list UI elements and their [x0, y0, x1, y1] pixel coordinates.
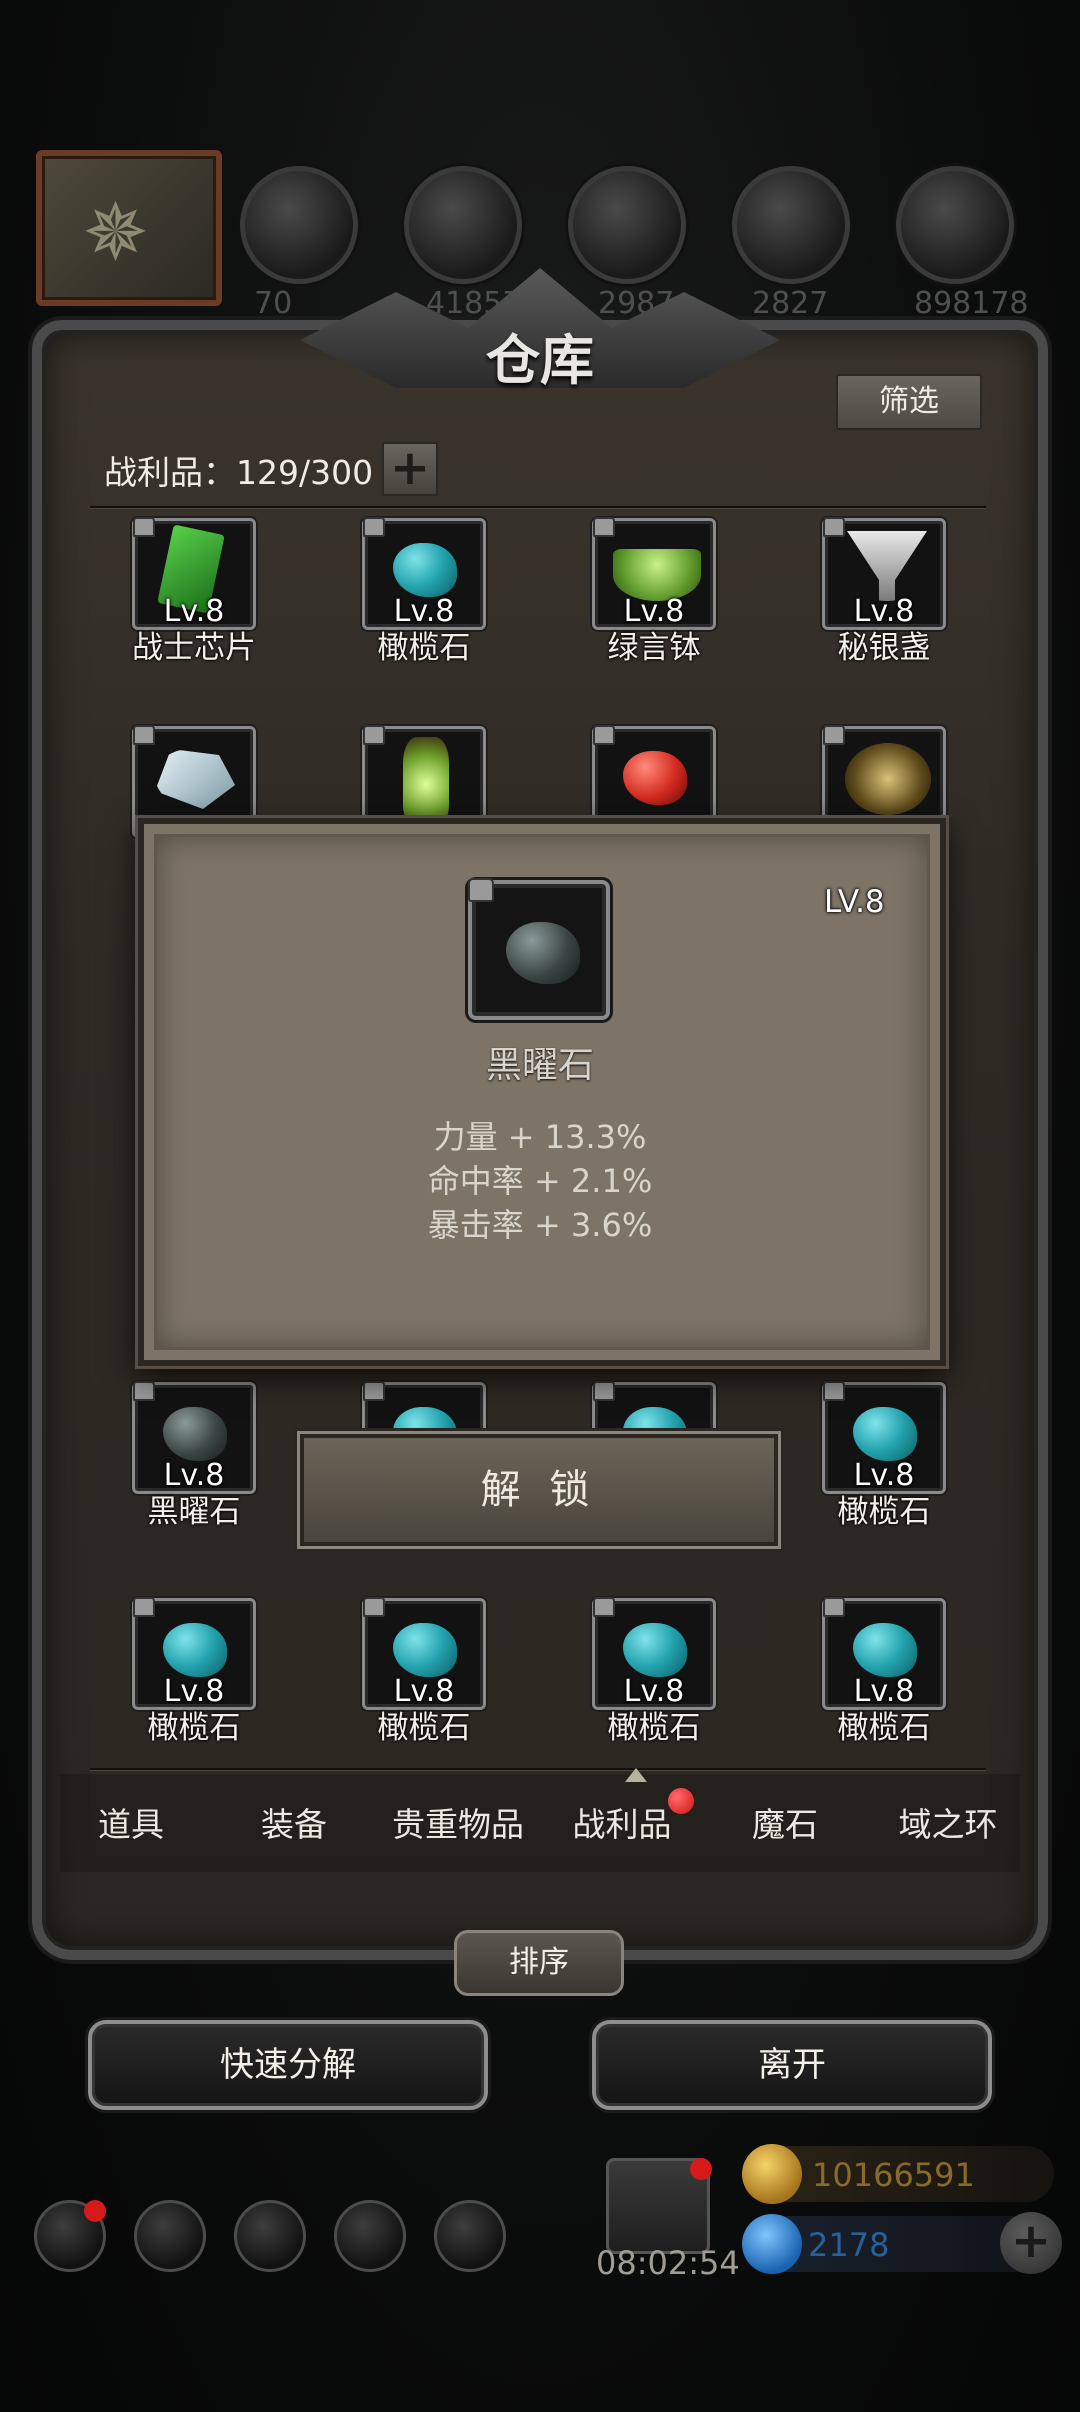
resource-value: 2827 — [752, 286, 829, 321]
lock-icon — [823, 1597, 845, 1617]
lock-icon — [593, 517, 615, 537]
item-slot[interactable]: Lv.8 — [132, 517, 256, 630]
popup-stat-line: 力量 + 13.3% — [433, 1118, 647, 1156]
item-name: 橄榄石 — [837, 1710, 931, 1746]
teal-gem-icon — [393, 1623, 457, 1677]
item-name: 橄榄石 — [377, 630, 471, 666]
teal-gem-icon — [853, 1623, 917, 1677]
item-slot[interactable]: Lv.8 — [822, 1597, 946, 1710]
lock-icon — [468, 878, 494, 902]
gold-coin-icon — [742, 2144, 802, 2204]
item-name: 橄榄石 — [377, 1710, 471, 1746]
item-slot[interactable]: Lv.8 — [362, 517, 486, 630]
teal-gem-icon — [393, 543, 457, 597]
popup-item-name: 黑曜石 — [485, 1045, 594, 1086]
lock-icon — [363, 517, 385, 537]
item-slot[interactable]: Lv.8 — [132, 1597, 256, 1710]
popup-stat-line: 暴击率 + 3.6% — [427, 1206, 653, 1244]
divider — [90, 506, 986, 508]
lantern-icon — [403, 737, 449, 823]
gift-timer: 08:02:54 — [596, 2244, 740, 2282]
silver-cup-icon — [847, 531, 927, 601]
lock-icon — [133, 1381, 155, 1401]
item-slot[interactable]: Lv.8 — [592, 1597, 716, 1710]
notification-dot — [84, 2200, 106, 2222]
page-title: 仓库 — [486, 328, 594, 392]
book-icon[interactable] — [234, 2200, 306, 2272]
tab-domain-rings[interactable]: 域之环 — [899, 1798, 998, 1846]
branch-icon — [845, 743, 931, 815]
popup-item-slot — [468, 878, 610, 1020]
lock-icon — [593, 725, 615, 745]
divider — [90, 1768, 986, 1770]
stone-icon — [568, 166, 686, 284]
tab-equipment[interactable]: 装备 — [261, 1798, 327, 1846]
tab-magic-stones[interactable]: 魔石 — [752, 1798, 818, 1846]
red-gem-icon — [623, 751, 687, 805]
quick-decompose-button[interactable]: 快速分解 — [88, 2020, 488, 2110]
lock-icon — [823, 1381, 845, 1401]
item-name: 绿言钵 — [607, 630, 701, 666]
crystal-shard-icon — [155, 749, 235, 809]
black-gem-icon — [163, 1407, 227, 1461]
player-avatar[interactable]: ✵ — [36, 150, 222, 306]
avatar-emblem-icon: ✵ — [82, 186, 150, 279]
lock-icon — [363, 1597, 385, 1617]
item-name: 橄榄石 — [837, 1494, 931, 1530]
category-tab-bar — [60, 1774, 1020, 1872]
item-slot[interactable]: Lv.8 — [592, 517, 716, 630]
teal-gem-icon — [623, 1623, 687, 1677]
gourd-icon — [240, 166, 358, 284]
item-name: 秘银盏 — [837, 630, 931, 666]
add-currency-button[interactable]: + — [1000, 2212, 1062, 2274]
leave-button[interactable]: 离开 — [592, 2020, 992, 2110]
teal-gem-icon — [163, 1623, 227, 1677]
lock-icon — [133, 517, 155, 537]
lock-icon — [133, 1597, 155, 1617]
crystal-icon — [732, 166, 850, 284]
item-slot[interactable]: Lv.8 — [132, 1381, 256, 1494]
iron-ingot-icon — [896, 166, 1014, 284]
blue-gem-icon — [742, 2214, 802, 2274]
item-name: 橄榄石 — [147, 1710, 241, 1746]
lock-icon — [593, 1597, 615, 1617]
teal-gem-icon — [853, 1407, 917, 1461]
notification-dot — [690, 2158, 712, 2180]
expand-capacity-button[interactable]: + — [382, 442, 438, 496]
notification-dot — [668, 1788, 694, 1814]
loot-count-label: 战利品：129/300 — [104, 453, 374, 492]
lock-icon — [133, 725, 155, 745]
black-gem-icon — [506, 922, 580, 984]
gem-amount: 2178 — [808, 2226, 890, 2264]
popup-item-level: LV.8 — [824, 884, 885, 920]
item-name: 黑曜石 — [147, 1494, 241, 1530]
star-emblem-icon[interactable] — [134, 2200, 206, 2272]
tab-valuables[interactable]: 贵重物品 — [392, 1798, 524, 1846]
wood-plank-icon — [404, 166, 522, 284]
item-name: 橄榄石 — [607, 1710, 701, 1746]
tab-items[interactable]: 道具 — [98, 1798, 164, 1846]
lock-icon — [363, 1381, 385, 1401]
lock-icon — [593, 1381, 615, 1401]
tab-loot[interactable]: 战利品 — [573, 1798, 672, 1846]
mail-icon[interactable] — [334, 2200, 406, 2272]
filter-button[interactable]: 筛选 — [836, 374, 982, 430]
gold-amount: 10166591 — [812, 2156, 975, 2194]
item-slot[interactable]: Lv.8 — [362, 1597, 486, 1710]
lock-icon — [823, 517, 845, 537]
item-name: 战士芯片 — [132, 630, 256, 666]
resource-value: 70 — [254, 286, 293, 321]
item-slot[interactable]: Lv.8 — [822, 1381, 946, 1494]
lock-icon — [363, 725, 385, 745]
resource-value: 898178 — [914, 286, 1029, 321]
lock-icon — [823, 725, 845, 745]
sort-button[interactable]: 排序 — [454, 1930, 624, 1996]
popup-stat-line: 命中率 + 2.1% — [427, 1162, 653, 1200]
unlock-button[interactable]: 解 锁 — [300, 1434, 778, 1546]
map-icon[interactable] — [434, 2200, 506, 2272]
item-slot[interactable]: Lv.8 — [822, 517, 946, 630]
